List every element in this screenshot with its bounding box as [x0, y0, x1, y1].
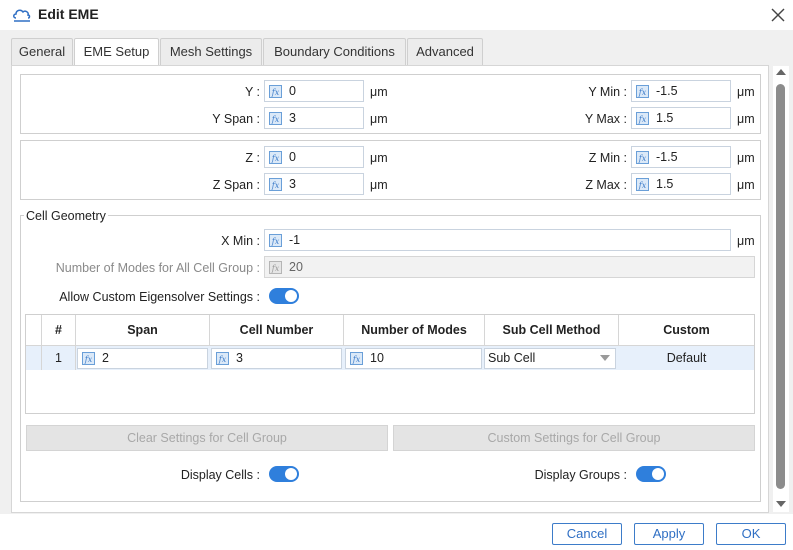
x-min-unit: μm: [737, 234, 755, 248]
table-header-cell-number[interactable]: Cell Number: [210, 315, 344, 346]
y-field[interactable]: fx 0: [264, 80, 364, 102]
y-span-unit: μm: [370, 112, 388, 126]
tab-boundary-conditions[interactable]: Boundary Conditions: [263, 38, 406, 65]
tab-advanced[interactable]: Advanced: [407, 38, 483, 65]
y-max-field[interactable]: fx 1.5: [631, 107, 731, 129]
tab-general[interactable]: General: [11, 38, 73, 65]
z-max-unit: μm: [737, 178, 755, 192]
y-max-label: Y Max :: [584, 112, 627, 126]
y-label: Y :: [244, 85, 260, 99]
display-groups-label: Display Groups :: [534, 468, 627, 482]
z-span-field[interactable]: fx 3: [264, 173, 364, 195]
custom-settings-button[interactable]: Custom Settings for Cell Group: [393, 425, 755, 451]
y-min-unit: μm: [737, 85, 755, 99]
num-modes-label: Number of Modes for All Cell Group :: [55, 261, 260, 275]
dialog-title: Edit EME: [38, 6, 99, 22]
formula-icon[interactable]: fx: [350, 352, 363, 365]
cloud-edit-icon: [13, 9, 31, 22]
table-header-sub-cell-method[interactable]: Sub Cell Method: [485, 315, 619, 346]
chevron-down-icon: [600, 355, 610, 361]
z-max-field[interactable]: fx 1.5: [631, 173, 731, 195]
formula-icon[interactable]: fx: [269, 178, 282, 191]
number-of-modes-cell-field[interactable]: fx 10: [345, 348, 482, 369]
apply-button[interactable]: Apply: [634, 523, 704, 545]
z-unit: μm: [370, 151, 388, 165]
close-icon[interactable]: [768, 5, 788, 25]
z-label: Z :: [245, 151, 260, 165]
table-header-number-of-modes[interactable]: Number of Modes: [344, 315, 485, 346]
tab-mesh-settings[interactable]: Mesh Settings: [160, 38, 262, 65]
formula-icon[interactable]: fx: [269, 151, 282, 164]
y-min-field[interactable]: fx -1.5: [631, 80, 731, 102]
scrollbar-thumb[interactable]: [776, 84, 785, 489]
custom-eigensolver-toggle[interactable]: [269, 288, 299, 304]
custom-cell[interactable]: Default: [619, 346, 754, 370]
ok-button[interactable]: OK: [716, 523, 786, 545]
z-max-label: Z Max :: [585, 178, 627, 192]
num-modes-field: fx 20: [264, 256, 755, 278]
formula-icon[interactable]: fx: [269, 234, 282, 247]
custom-eigensolver-label: Allow Custom Eigensolver Settings :: [59, 290, 260, 304]
formula-icon: fx: [269, 261, 282, 274]
scroll-up-icon[interactable]: [776, 68, 786, 76]
table-header-custom[interactable]: Custom: [619, 315, 754, 346]
display-cells-label: Display Cells :: [180, 468, 260, 482]
formula-icon[interactable]: fx: [636, 151, 649, 164]
cell-number-cell-field[interactable]: fx 3: [211, 348, 342, 369]
table-header-span[interactable]: Span: [76, 315, 210, 346]
table-row-gutter: [26, 346, 42, 370]
x-min-label: X Min :: [221, 234, 260, 248]
formula-icon[interactable]: fx: [636, 85, 649, 98]
z-min-unit: μm: [737, 151, 755, 165]
formula-icon[interactable]: fx: [216, 352, 229, 365]
y-min-label: Y Min :: [588, 85, 627, 99]
span-cell-field[interactable]: fx 2: [77, 348, 208, 369]
z-min-field[interactable]: fx -1.5: [631, 146, 731, 168]
z-field[interactable]: fx 0: [264, 146, 364, 168]
z-span-unit: μm: [370, 178, 388, 192]
formula-icon[interactable]: fx: [269, 85, 282, 98]
y-max-unit: μm: [737, 112, 755, 126]
scroll-down-icon[interactable]: [776, 500, 786, 508]
formula-icon[interactable]: fx: [636, 178, 649, 191]
sub-cell-method-select[interactable]: Sub Cell: [484, 348, 616, 369]
table-header-index[interactable]: #: [42, 315, 76, 346]
cell-geometry-title: Cell Geometry: [24, 209, 108, 223]
formula-icon[interactable]: fx: [269, 112, 282, 125]
table-header-blank: [26, 315, 42, 346]
table-row-index: 1: [42, 346, 76, 370]
y-span-label: Y Span :: [212, 112, 260, 126]
cell-group-table: # Span Cell Number Number of Modes Sub C…: [25, 314, 755, 414]
title-bar: Edit EME: [0, 0, 793, 30]
x-min-field[interactable]: fx -1: [264, 229, 731, 251]
cancel-button[interactable]: Cancel: [552, 523, 622, 545]
z-min-label: Z Min :: [588, 151, 627, 165]
y-span-field[interactable]: fx 3: [264, 107, 364, 129]
formula-icon[interactable]: fx: [82, 352, 95, 365]
display-groups-toggle[interactable]: [636, 466, 666, 482]
display-cells-toggle[interactable]: [269, 466, 299, 482]
formula-icon[interactable]: fx: [636, 112, 649, 125]
y-unit: μm: [370, 85, 388, 99]
clear-settings-button[interactable]: Clear Settings for Cell Group: [26, 425, 388, 451]
z-span-label: Z Span :: [212, 178, 260, 192]
tab-eme-setup[interactable]: EME Setup: [74, 38, 159, 66]
